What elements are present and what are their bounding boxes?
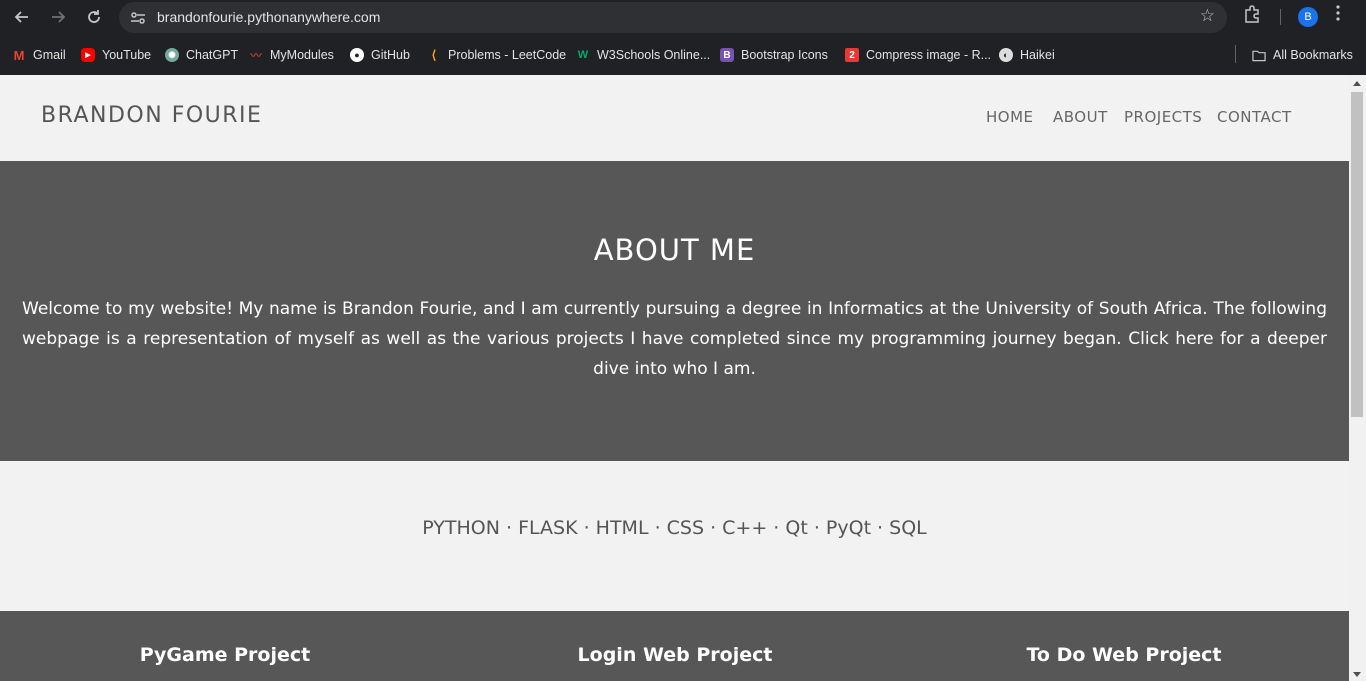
skills-list: PYTHON · FLASK · HTML · CSS · C++ · Qt ·… <box>422 517 927 539</box>
project-title-pygame[interactable]: PyGame Project <box>25 644 425 666</box>
bookmark-youtube[interactable]: ▶ YouTube <box>81 46 151 64</box>
page-scrollbar[interactable] <box>1349 75 1366 681</box>
compress-icon: 2 <box>845 48 859 62</box>
nav-contact[interactable]: CONTACT <box>1217 108 1292 126</box>
about-heading: ABOUT ME <box>593 233 756 267</box>
browser-toolbar: brandonfourie.pythonanywhere.com ☆ B <box>0 0 1366 34</box>
scroll-down-arrow-icon[interactable] <box>1353 672 1361 677</box>
bookmarks-divider <box>1235 45 1236 63</box>
bookmark-label: Compress image - R... <box>866 48 992 62</box>
folder-icon <box>1252 48 1266 62</box>
profile-avatar[interactable]: B <box>1298 7 1318 27</box>
nav-projects[interactable]: PROJECTS <box>1124 108 1202 126</box>
kebab-menu-icon[interactable] <box>1336 5 1340 25</box>
project-title-login[interactable]: Login Web Project <box>475 644 875 666</box>
bookmark-chatgpt[interactable]: ✺ ChatGPT <box>165 46 238 64</box>
haikei-icon: ◐ <box>999 48 1013 62</box>
bookmark-github[interactable]: ● GitHub <box>350 46 410 64</box>
youtube-icon: ▶ <box>81 48 95 62</box>
bookmark-label: MyModules <box>270 48 334 62</box>
about-section: ABOUT ME Welcome to my website! My name … <box>0 161 1349 461</box>
all-bookmarks-button[interactable]: All Bookmarks <box>1252 46 1353 64</box>
bookmark-label: Problems - LeetCode <box>448 48 567 62</box>
about-body: Welcome to my website! My name is Brando… <box>22 299 1327 379</box>
bookmark-label: GitHub <box>371 48 410 62</box>
bookmark-label: Haikei <box>1020 48 1055 62</box>
bookmark-bootstrap-icons[interactable]: B Bootstrap Icons <box>720 46 828 64</box>
gmail-icon: M <box>13 47 25 63</box>
skills-section: PYTHON · FLASK · HTML · CSS · C++ · Qt ·… <box>0 461 1349 611</box>
bookmark-label: W3Schools Online... <box>597 48 711 62</box>
toolbar-divider <box>1280 9 1281 25</box>
mymodules-icon: 〰 <box>250 50 262 62</box>
scroll-thumb[interactable] <box>1351 92 1363 417</box>
nav-home[interactable]: HOME <box>986 108 1034 126</box>
page-viewport: BRANDON FOURIE HOME ABOUT PROJECTS CONTA… <box>0 75 1349 681</box>
bookmark-star-icon[interactable]: ☆ <box>1200 6 1215 26</box>
bookmark-leetcode[interactable]: ⟨ Problems - LeetCode <box>427 46 566 64</box>
bootstrap-icon: B <box>720 48 734 62</box>
chatgpt-icon: ✺ <box>165 48 179 62</box>
bookmark-mymodules[interactable]: 〰 MyModules <box>249 46 334 64</box>
scroll-up-arrow-icon[interactable] <box>1353 81 1361 86</box>
bookmark-label: YouTube <box>102 48 152 62</box>
address-bar[interactable]: brandonfourie.pythonanywhere.com ☆ <box>119 2 1227 33</box>
all-bookmarks-label: All Bookmarks <box>1273 48 1353 62</box>
bookmark-compress-image[interactable]: 2 Compress image - R... <box>845 46 991 64</box>
site-header: BRANDON FOURIE HOME ABOUT PROJECTS CONTA… <box>0 75 1349 161</box>
project-title-todo[interactable]: To Do Web Project <box>924 644 1324 666</box>
bookmark-label: ChatGPT <box>186 48 239 62</box>
forward-arrow-icon[interactable] <box>44 3 72 31</box>
nav-about[interactable]: ABOUT <box>1053 108 1108 126</box>
reload-icon[interactable] <box>80 3 108 31</box>
back-arrow-icon[interactable] <box>8 3 36 31</box>
site-info-icon[interactable] <box>127 7 149 29</box>
bookmark-label: Gmail <box>33 48 66 62</box>
projects-section: PyGame Project Login Web Project To Do W… <box>0 611 1349 681</box>
extensions-icon[interactable] <box>1243 5 1261 27</box>
site-brand[interactable]: BRANDON FOURIE <box>41 103 262 128</box>
bookmark-haikei[interactable]: ◐ Haikei <box>999 46 1055 64</box>
bookmark-label: Bootstrap Icons <box>741 48 828 62</box>
bookmark-w3schools[interactable]: W W3Schools Online... <box>576 46 710 64</box>
url-text[interactable]: brandonfourie.pythonanywhere.com <box>157 9 380 25</box>
w3schools-icon: W <box>577 49 589 61</box>
leetcode-icon: ⟨ <box>431 48 437 62</box>
github-icon: ● <box>350 48 364 62</box>
bookmarks-bar: M Gmail ▶ YouTube ✺ ChatGPT 〰 MyModules … <box>0 34 1366 75</box>
bookmark-gmail[interactable]: M Gmail <box>12 46 66 64</box>
